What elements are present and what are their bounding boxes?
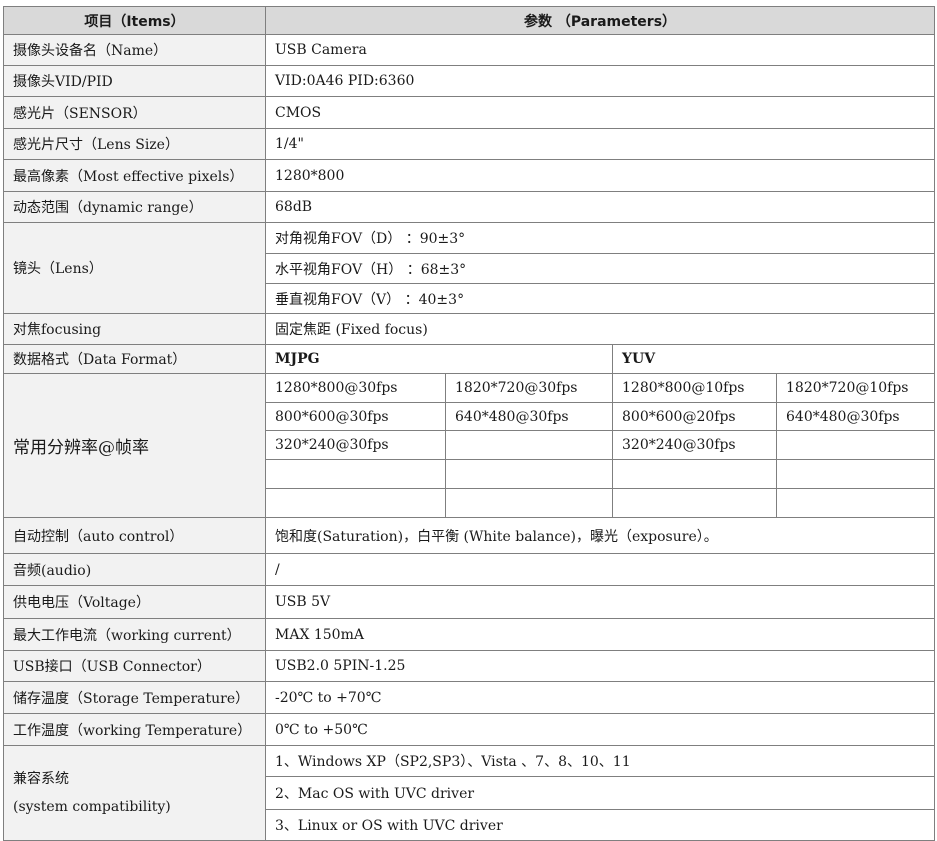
row-storage-temp: 储存温度（Storage Temperature） -20℃ to +70℃: [3, 681, 936, 714]
row-lens: 镜头（Lens） 对角视角FOV（D） ：90±3°: [3, 222, 936, 314]
compatibility-mac: 2、Mac OS with UVC driver: [264, 776, 936, 810]
sensor-value: CMOS: [264, 96, 936, 129]
resolution-cell: 1820*720@10fps: [775, 373, 936, 403]
resolution-cell: [445, 459, 613, 489]
resolution-cell: 320*240@30fps: [265, 430, 446, 460]
row-dynamic-range: 动态范围（dynamic range） 68dB: [3, 191, 936, 223]
vid-pid-label: 摄像头VID/PID: [3, 65, 266, 97]
working-temp-label: 工作温度（working Temperature）: [3, 713, 266, 746]
voltage-value: USB 5V: [264, 585, 936, 619]
auto-control-label: 自动控制（auto control）: [3, 517, 266, 554]
row-data-format: 数据格式（Data Format） MJPG YUV: [3, 344, 936, 374]
row-focusing: 对焦focusing 固定焦距 (Fixed focus): [3, 313, 936, 345]
lens-label: 镜头（Lens）: [3, 222, 266, 314]
resolution-cell: [775, 459, 936, 489]
max-pixels-value: 1280*800: [264, 159, 936, 192]
data-format-yuv: YUV: [611, 344, 936, 374]
compatibility-label-line2: (system compatibility): [13, 799, 171, 815]
resolution-cell: 1280*800@30fps: [265, 373, 446, 403]
resolution-cell: [612, 459, 777, 489]
usb-connector-label: USB接口（USB Connector）: [3, 650, 266, 682]
max-pixels-label: 最高像素（Most effective pixels）: [3, 159, 266, 192]
resolution-cell: 640*480@30fps: [775, 402, 936, 431]
device-name-label: 摄像头设备名（Name）: [3, 34, 266, 66]
row-audio: 音频(audio) /: [3, 553, 936, 586]
resolution-cell: [265, 459, 446, 489]
compatibility-label-line1: 兼容系统: [13, 771, 69, 787]
device-name-value: USB Camera: [264, 34, 936, 66]
lens-fov-h: 水平视角FOV（H） ：68±3°: [264, 253, 936, 284]
resolution-cell: [445, 430, 613, 460]
lens-fov-v: 垂直视角FOV（V） ：40±3°: [264, 283, 936, 314]
focusing-value: 固定焦距 (Fixed focus): [264, 313, 936, 345]
audio-label: 音频(audio): [3, 553, 266, 586]
row-max-pixels: 最高像素（Most effective pixels） 1280*800: [3, 159, 936, 192]
row-usb-connector: USB接口（USB Connector） USB2.0 5PIN-1.25: [3, 650, 936, 682]
data-format-mjpg: MJPG: [265, 344, 613, 374]
storage-temp-label: 储存温度（Storage Temperature）: [3, 681, 266, 714]
resolution-cell: 320*240@30fps: [612, 430, 777, 460]
row-device-name: 摄像头设备名（Name） USB Camera: [3, 34, 936, 66]
row-auto-control: 自动控制（auto control） 饱和度(Saturation)，白平衡 (…: [3, 517, 936, 554]
dynamic-range-value: 68dB: [264, 191, 936, 223]
row-sensor: 感光片（SENSOR） CMOS: [3, 96, 936, 129]
resolution-cell: 640*480@30fps: [445, 402, 613, 431]
resolution-cell: [775, 488, 936, 518]
row-compatibility: 兼容系统 (system compatibility) 1、Windows XP（…: [3, 745, 936, 841]
current-value: MAX 150mA: [264, 618, 936, 651]
row-vid-pid: 摄像头VID/PID VID:0A46 PID:6360: [3, 65, 936, 97]
header-parameters: 参数 （Parameters）: [264, 6, 936, 35]
auto-control-value: 饱和度(Saturation)，白平衡 (White balance)，曝光（e…: [264, 517, 936, 554]
usb-connector-value: USB2.0 5PIN-1.25: [264, 650, 936, 682]
sensor-label: 感光片（SENSOR）: [3, 96, 266, 129]
resolution-label: 常用分辨率@帧率: [3, 373, 266, 518]
resolution-cell: [445, 488, 613, 518]
compatibility-windows: 1、Windows XP（SP2,SP3）、Vista 、7、8、10、11: [264, 745, 936, 777]
compatibility-label: 兼容系统 (system compatibility): [3, 745, 266, 841]
storage-temp-value: -20℃ to +70℃: [264, 681, 936, 714]
resolution-cell: [775, 430, 936, 460]
resolution-cell: [612, 488, 777, 518]
resolution-cell: 1280*800@10fps: [612, 373, 777, 403]
compatibility-linux: 3、Linux or OS with UVC driver: [264, 809, 936, 841]
row-working-temp: 工作温度（working Temperature） 0℃ to +50℃: [3, 713, 936, 746]
data-format-label: 数据格式（Data Format）: [3, 344, 266, 374]
dynamic-range-label: 动态范围（dynamic range）: [3, 191, 266, 223]
current-label: 最大工作电流（working current）: [3, 618, 266, 651]
spec-table: 项目（Items） 参数 （Parameters） 摄像头设备名（Name） U…: [3, 6, 936, 841]
resolution-cell: 1820*720@30fps: [445, 373, 613, 403]
audio-value: /: [264, 553, 936, 586]
working-temp-value: 0℃ to +50℃: [264, 713, 936, 746]
focusing-label: 对焦focusing: [3, 313, 266, 345]
vid-pid-value: VID:0A46 PID:6360: [264, 65, 936, 97]
resolution-row: 常用分辨率@帧率 1280*800@30fps 1820*720@30fps 1…: [3, 373, 936, 518]
lens-size-label: 感光片尺寸（Lens Size）: [3, 128, 266, 160]
voltage-label: 供电电压（Voltage）: [3, 585, 266, 619]
lens-size-value: 1/4": [264, 128, 936, 160]
resolution-cell: 800*600@30fps: [265, 402, 446, 431]
row-current: 最大工作电流（working current） MAX 150mA: [3, 618, 936, 651]
row-voltage: 供电电压（Voltage） USB 5V: [3, 585, 936, 619]
resolution-cell: 800*600@20fps: [612, 402, 777, 431]
header-items: 项目（Items）: [3, 6, 266, 35]
row-lens-size: 感光片尺寸（Lens Size） 1/4": [3, 128, 936, 160]
lens-fov-d: 对角视角FOV（D） ：90±3°: [264, 222, 936, 254]
header-row: 项目（Items） 参数 （Parameters）: [3, 6, 936, 35]
resolution-cell: [265, 488, 446, 518]
